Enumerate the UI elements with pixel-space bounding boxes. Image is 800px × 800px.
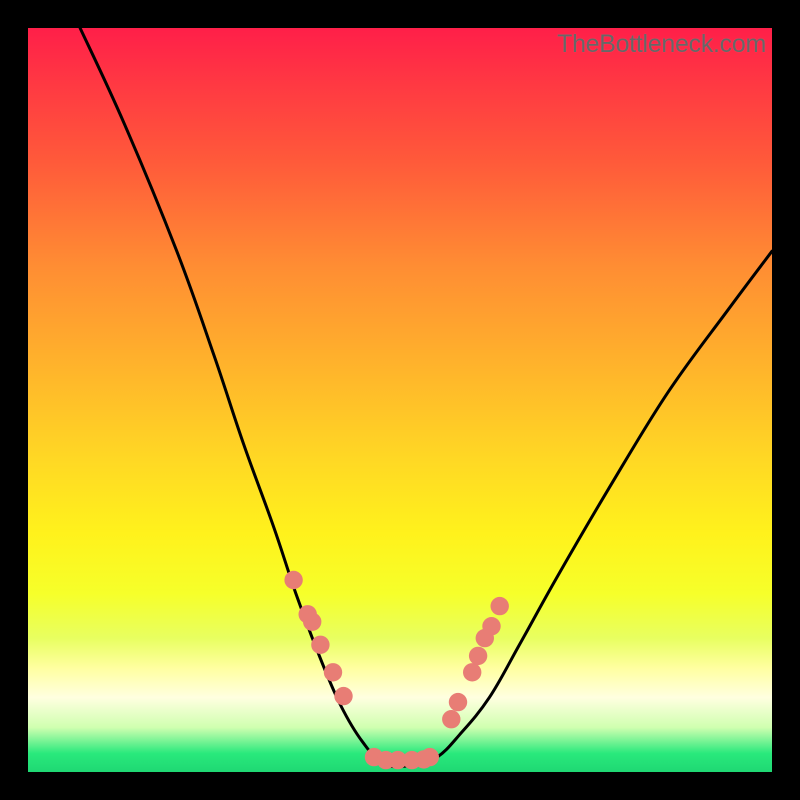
marker-dot	[442, 710, 460, 728]
plot-area: TheBottleneck.com	[28, 28, 772, 772]
marker-dot	[449, 693, 467, 711]
marker-dot	[324, 663, 342, 681]
bottleneck-curve	[80, 28, 772, 767]
curve-group	[80, 28, 772, 767]
marker-dot	[463, 663, 481, 681]
marker-dot	[469, 647, 487, 665]
marker-dots-group	[284, 571, 509, 770]
marker-dot	[491, 597, 509, 615]
marker-dot	[284, 571, 302, 589]
marker-dot	[303, 613, 321, 631]
marker-dot	[421, 748, 439, 766]
watermark-text: TheBottleneck.com	[557, 30, 766, 59]
chart-frame: TheBottleneck.com	[28, 28, 772, 772]
marker-dot	[311, 636, 329, 654]
marker-dot	[334, 687, 352, 705]
marker-dot	[482, 617, 500, 635]
chart-svg	[28, 28, 772, 772]
